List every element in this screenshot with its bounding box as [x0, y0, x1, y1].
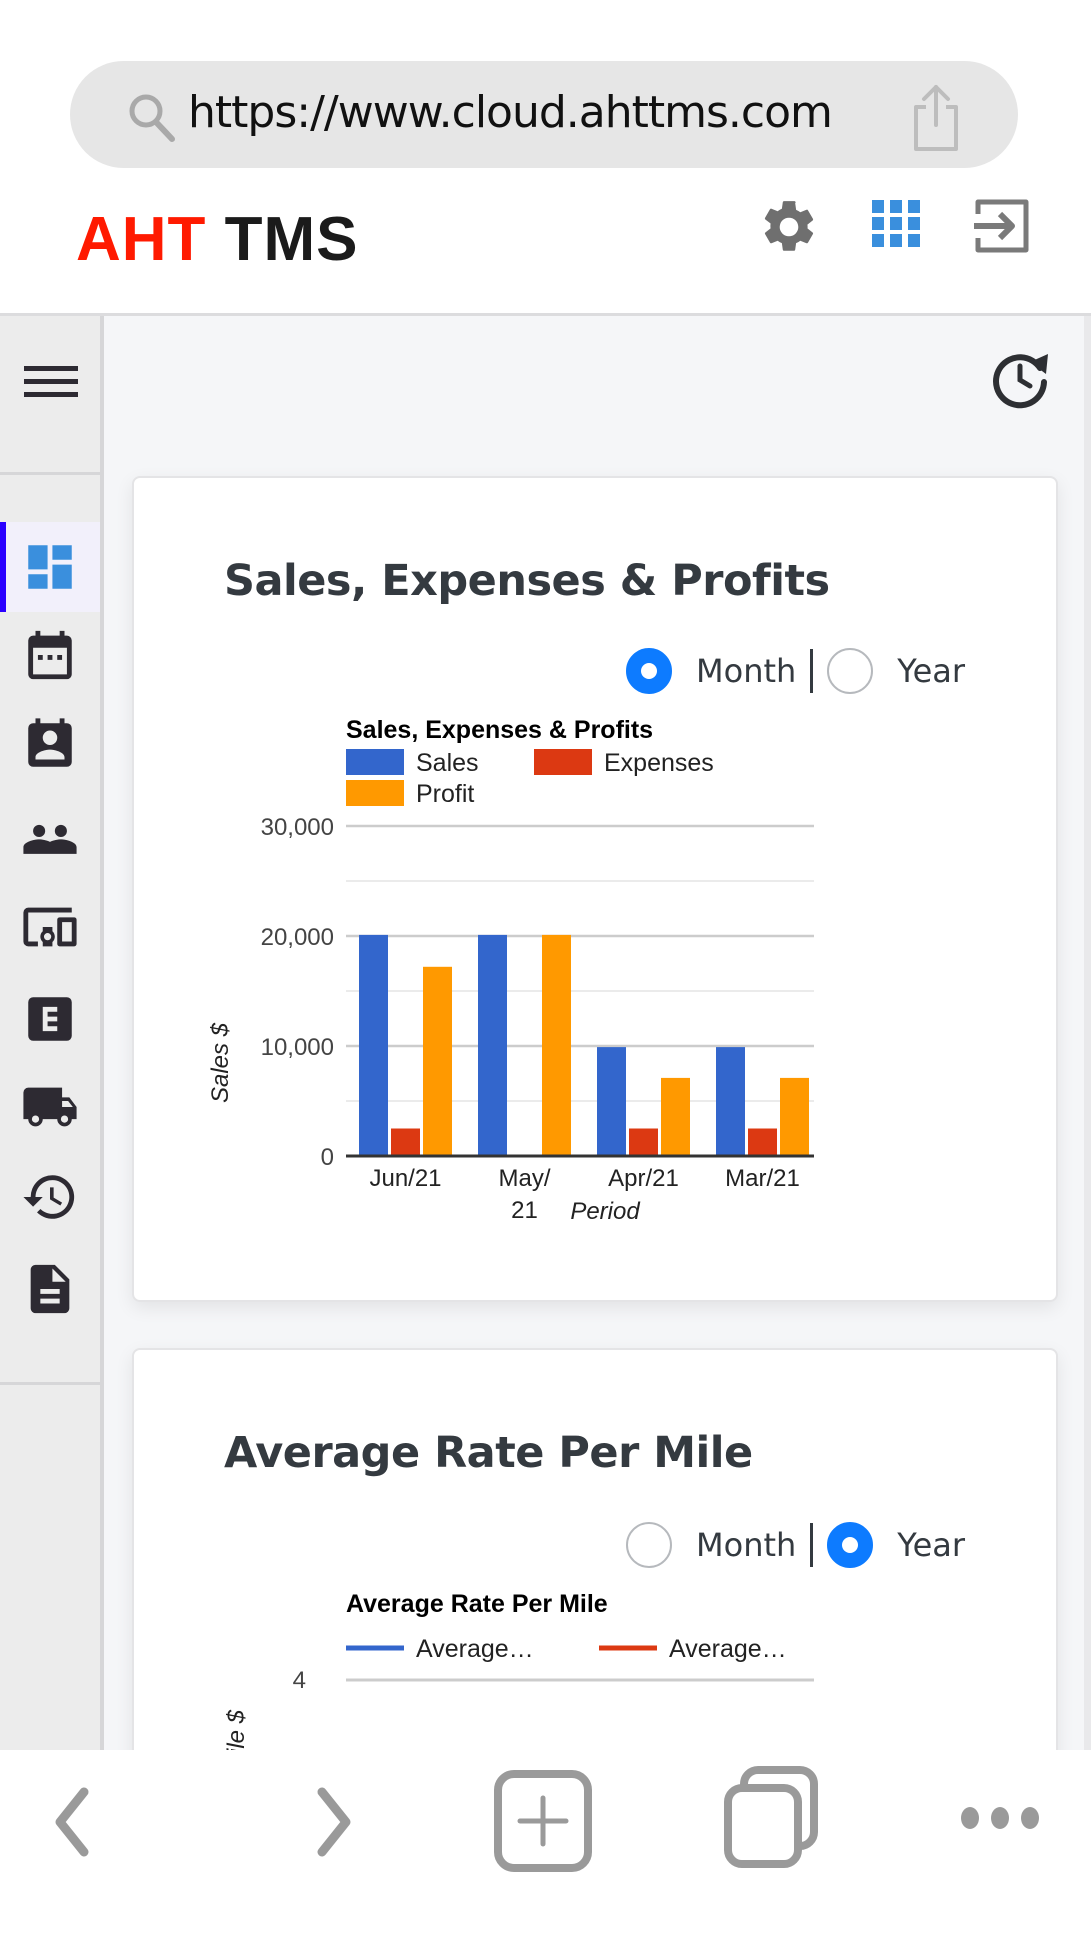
sidebar-item-contacts[interactable]: [0, 700, 100, 790]
month-radio[interactable]: [626, 1522, 672, 1568]
dashboard-icon: [28, 545, 72, 589]
y-tick-label: 4: [293, 1667, 306, 1694]
sidebar-item-documents[interactable]: [0, 1244, 100, 1334]
legend-swatch-sales[interactable]: [346, 749, 404, 775]
year-label[interactable]: Year: [897, 652, 965, 690]
logout-icon[interactable]: [972, 196, 1034, 258]
card-title: Average Rate Per Mile: [224, 1428, 753, 1478]
y-tick-label: 30,000: [261, 814, 334, 841]
bar-profit-May-21[interactable]: [542, 934, 571, 1156]
e-box-icon: [28, 997, 72, 1041]
bar-profit-Apr-21[interactable]: [661, 1077, 690, 1156]
gear-icon[interactable]: [758, 196, 820, 258]
legend-label-1[interactable]: Average…: [669, 1635, 787, 1663]
bar-sales-Jun-21[interactable]: [359, 934, 388, 1156]
bar-profit-Jun-21[interactable]: [423, 966, 452, 1156]
legend-label-profit[interactable]: Profit: [416, 780, 474, 808]
sidebar-item-trucks[interactable]: [0, 1062, 100, 1152]
x-tick-label: Jun/21: [369, 1165, 441, 1192]
sales-expenses-profits-card: Sales, Expenses & Profits Month Year Sal…: [132, 476, 1058, 1302]
card-title: Sales, Expenses & Profits: [224, 556, 830, 606]
brand-aht: AHT: [76, 205, 207, 274]
forward-icon[interactable]: [306, 1772, 366, 1872]
brand-tms: TMS: [224, 205, 359, 274]
devices-icon: [23, 907, 77, 947]
sidebar-item-history[interactable]: [0, 1152, 100, 1242]
year-label[interactable]: Year: [897, 1526, 965, 1564]
year-radio[interactable]: [827, 1522, 874, 1568]
legend-label-expenses[interactable]: Expenses: [604, 749, 714, 777]
url-text[interactable]: https://www.cloud.ahttms.com: [188, 83, 833, 143]
search-icon: [129, 94, 175, 142]
more-icon[interactable]: [958, 1800, 1042, 1836]
bar-expenses-Apr-21[interactable]: [629, 1128, 658, 1157]
main-content: Sales, Expenses & Profits Month Year Sal…: [104, 316, 1084, 1750]
url-bar[interactable]: https://www.cloud.ahttms.com: [70, 61, 1018, 168]
bar-sales-May-21[interactable]: [478, 934, 507, 1156]
x-tick-label: Apr/21: [608, 1165, 679, 1192]
x-tick-label: May/: [498, 1165, 550, 1192]
period-toggle: Month Year: [626, 1520, 979, 1570]
legend-swatch-expenses[interactable]: [534, 749, 592, 775]
sidebar-item-e[interactable]: [0, 974, 100, 1064]
month-label[interactable]: Month: [696, 1526, 796, 1564]
legend-swatch-profit[interactable]: [346, 780, 404, 806]
truck-icon: [23, 1087, 77, 1127]
sidebar-item-people[interactable]: [0, 792, 100, 882]
scrollbar-track[interactable]: [1084, 316, 1091, 1750]
bar-expenses-Jun-21[interactable]: [391, 1128, 420, 1157]
brand-logo[interactable]: AHT TMS: [76, 204, 359, 275]
month-label[interactable]: Month: [696, 652, 796, 690]
x-tick-label: 21: [511, 1197, 538, 1224]
year-radio[interactable]: [827, 648, 874, 694]
month-radio[interactable]: [626, 648, 672, 694]
toggle-separator: [810, 649, 814, 693]
y-tick-label: 0: [321, 1144, 334, 1171]
y-tick-label: 10,000: [261, 1034, 334, 1061]
people-icon: [23, 824, 77, 854]
x-axis-label: Period: [570, 1198, 640, 1225]
bar-profit-Mar-21[interactable]: [780, 1077, 809, 1156]
sidebar-item-calendar[interactable]: [0, 610, 100, 700]
y-axis-label: Sales $: [207, 1022, 234, 1103]
bar-sales-Apr-21[interactable]: [597, 1047, 626, 1156]
chart-title: Sales, Expenses & Profits: [346, 716, 653, 744]
document-icon: [30, 1264, 70, 1314]
period-toggle: Month Year: [626, 646, 979, 696]
y-tick-label: 20,000: [261, 924, 334, 951]
sidebar: [0, 316, 100, 1750]
new-tab-icon[interactable]: [492, 1768, 598, 1878]
legend-label-0[interactable]: Average…: [416, 1635, 534, 1663]
sidebar-item-dashboard[interactable]: [0, 522, 100, 612]
history-icon: [23, 1175, 75, 1219]
bar-expenses-Mar-21[interactable]: [748, 1128, 777, 1157]
sidebar-divider: [0, 1382, 100, 1385]
legend-label-sales[interactable]: Sales: [416, 749, 479, 777]
bar-sales-Mar-21[interactable]: [716, 1047, 745, 1156]
hamburger-icon[interactable]: [24, 366, 78, 406]
x-tick-label: Mar/21: [725, 1165, 800, 1192]
contact-calendar-icon: [28, 718, 72, 767]
share-icon[interactable]: [908, 81, 964, 153]
average-rate-per-mile-card: Average Rate Per Mile Month Year Average…: [132, 1348, 1058, 1750]
rate-per-mile-chart: Average Rate Per Mile Average… Average… 4…: [223, 1590, 814, 1750]
sales-chart: Sales, Expenses & Profits Sales Expenses P…: [207, 716, 814, 1225]
back-icon[interactable]: [40, 1772, 100, 1872]
browser-bottom-bar: [0, 1750, 1091, 1934]
app-header: AHT TMS: [0, 168, 1091, 315]
y-axis-label: ile $: [223, 1709, 250, 1750]
sidebar-item-devices[interactable]: [0, 882, 100, 972]
clock-refresh-icon[interactable]: [990, 346, 1054, 410]
sidebar-divider: [0, 472, 100, 475]
chart-title: Average Rate Per Mile: [346, 1590, 608, 1618]
tabs-icon[interactable]: [722, 1764, 822, 1874]
screen: https://www.cloud.ahttms.com AHT TMS Sal…: [0, 0, 1091, 1934]
toggle-separator: [810, 1523, 814, 1567]
calendar-icon: [28, 630, 72, 680]
apps-grid-icon[interactable]: [866, 196, 928, 258]
